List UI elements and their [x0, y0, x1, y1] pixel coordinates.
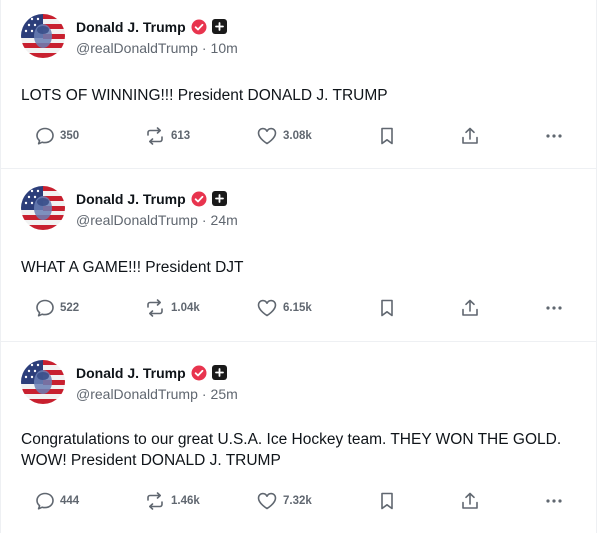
like-button[interactable]: 3.08k — [256, 126, 312, 146]
bookmark-button[interactable] — [378, 298, 396, 318]
author-name[interactable]: Donald J. Trump — [76, 19, 186, 35]
repost-icon — [144, 491, 166, 511]
post-actions: 350 613 3.08k — [21, 124, 576, 148]
repost-count: 1.46k — [171, 495, 200, 507]
share-button[interactable] — [460, 126, 480, 146]
heart-icon — [256, 491, 278, 511]
handle-row: @realDonaldTrump · 10m — [76, 40, 238, 56]
separator: · — [201, 39, 207, 56]
like-count: 6.15k — [283, 302, 312, 314]
verified-badge-icon — [191, 19, 207, 35]
reply-button[interactable]: 444 — [35, 491, 79, 511]
more-button[interactable] — [544, 298, 564, 318]
reply-icon — [35, 126, 55, 146]
avatar[interactable] — [21, 186, 65, 230]
share-icon — [460, 126, 480, 146]
plus-badge-icon — [211, 365, 227, 380]
author-name[interactable]: Donald J. Trump — [76, 365, 186, 381]
separator: · — [201, 211, 207, 228]
avatar[interactable] — [21, 14, 65, 58]
plus-badge-icon — [211, 19, 227, 34]
bookmark-icon — [378, 491, 396, 511]
more-button[interactable] — [544, 491, 564, 511]
post-header: Donald J. Trump @realDonaldTrump · 10m — [21, 14, 238, 58]
more-icon — [544, 126, 564, 146]
name-row: Donald J. Trump — [76, 363, 238, 383]
like-button[interactable]: 7.32k — [256, 491, 312, 511]
post-meta: Donald J. Trump @realDonaldTrump · 25m — [76, 363, 238, 402]
post-meta: Donald J. Trump @realDonaldTrump · 10m — [76, 17, 238, 56]
author-handle[interactable]: @realDonaldTrump — [76, 212, 198, 228]
author-handle[interactable]: @realDonaldTrump — [76, 386, 198, 402]
more-button[interactable] — [544, 126, 564, 146]
reply-icon — [35, 491, 55, 511]
share-button[interactable] — [460, 298, 480, 318]
reply-count: 522 — [60, 302, 80, 314]
repost-button[interactable]: 613 — [144, 126, 190, 146]
post-text: WHAT A GAME!!! President DJT — [21, 259, 244, 276]
post-header: Donald J. Trump @realDonaldTrump · 25m — [21, 360, 238, 404]
post-meta: Donald J. Trump @realDonaldTrump · 24m — [76, 189, 238, 228]
post-text: Congratulations to our great U.S.A. Ice … — [21, 431, 562, 469]
post-time[interactable]: 25m — [211, 386, 238, 402]
post-time[interactable]: 24m — [211, 212, 238, 228]
repost-icon — [144, 298, 166, 318]
post[interactable]: Donald J. Trump @realDonaldTrump · 10m L… — [1, 0, 596, 169]
verified-badge-icon — [191, 191, 207, 207]
repost-count: 613 — [171, 130, 191, 142]
repost-button[interactable]: 1.04k — [144, 298, 200, 318]
post-actions: 444 1.46k 7.32k — [21, 489, 576, 513]
handle-row: @realDonaldTrump · 25m — [76, 386, 238, 402]
reply-count: 350 — [60, 130, 80, 142]
share-icon — [460, 298, 480, 318]
post[interactable]: Donald J. Trump @realDonaldTrump · 24m W… — [1, 169, 596, 342]
bookmark-icon — [378, 126, 396, 146]
repost-icon — [144, 126, 166, 146]
bookmark-button[interactable] — [378, 491, 396, 511]
handle-row: @realDonaldTrump · 24m — [76, 212, 238, 228]
repost-button[interactable]: 1.46k — [144, 491, 200, 511]
like-count: 3.08k — [283, 130, 312, 142]
author-name[interactable]: Donald J. Trump — [76, 191, 186, 207]
post[interactable]: Donald J. Trump @realDonaldTrump · 25m C… — [1, 342, 596, 533]
share-icon — [460, 491, 480, 511]
like-button[interactable]: 6.15k — [256, 298, 312, 318]
reply-count: 444 — [60, 495, 80, 507]
like-count: 7.32k — [283, 495, 312, 507]
separator: · — [201, 385, 207, 402]
post-actions: 522 1.04k 6.15k — [21, 296, 576, 320]
avatar[interactable] — [21, 360, 65, 404]
bookmark-icon — [378, 298, 396, 318]
bookmark-button[interactable] — [378, 126, 396, 146]
reply-icon — [35, 298, 55, 318]
reply-button[interactable]: 522 — [35, 298, 79, 318]
post-time[interactable]: 10m — [211, 40, 238, 56]
name-row: Donald J. Trump — [76, 17, 238, 37]
name-row: Donald J. Trump — [76, 189, 238, 209]
reply-button[interactable]: 350 — [35, 126, 79, 146]
plus-badge-icon — [211, 191, 227, 206]
post-text: LOTS OF WINNING!!! President DONALD J. T… — [21, 87, 388, 104]
heart-icon — [256, 126, 278, 146]
post-feed: Donald J. Trump @realDonaldTrump · 10m L… — [0, 0, 597, 533]
post-header: Donald J. Trump @realDonaldTrump · 24m — [21, 186, 238, 230]
more-icon — [544, 491, 564, 511]
repost-count: 1.04k — [171, 302, 200, 314]
author-handle[interactable]: @realDonaldTrump — [76, 40, 198, 56]
more-icon — [544, 298, 564, 318]
heart-icon — [256, 298, 278, 318]
share-button[interactable] — [460, 491, 480, 511]
verified-badge-icon — [191, 365, 207, 381]
